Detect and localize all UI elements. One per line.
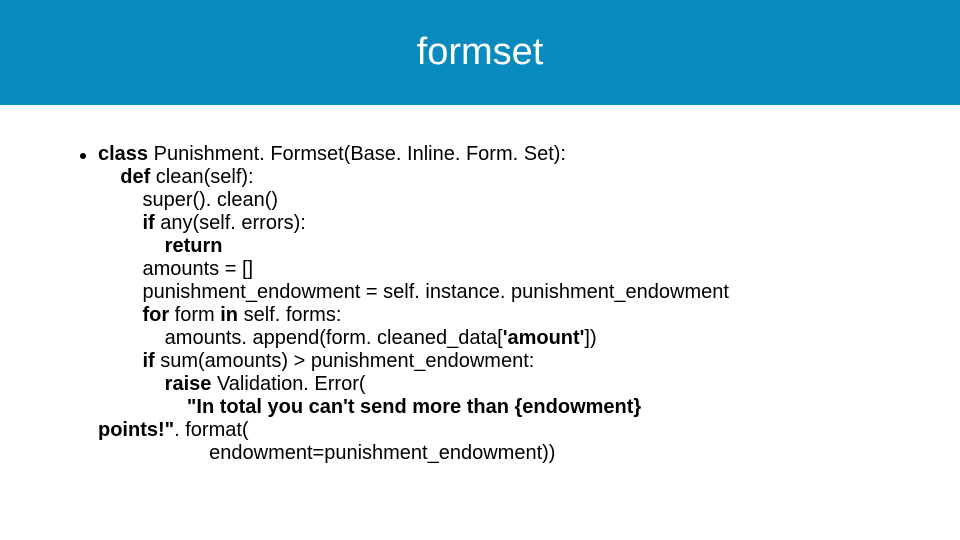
code-block: class Punishment. Formset(Base. Inline. … (98, 143, 729, 465)
code-text: super(). clean() (98, 189, 278, 211)
str-literal: "In total you can't send more than {endo… (98, 396, 641, 418)
str-literal: 'amount' (503, 327, 585, 349)
kw-raise: raise (98, 373, 217, 395)
code-text: amounts = [] (98, 258, 253, 280)
code-text: clean(self): (156, 166, 254, 188)
kw-if: if (98, 350, 160, 372)
slide-title: formset (417, 31, 544, 74)
code-text: Validation. Error( (217, 373, 366, 395)
kw-if: if (98, 212, 160, 234)
str-literal: points!" (98, 419, 174, 441)
code-text: Punishment. Formset(Base. Inline. Form. … (154, 143, 566, 165)
code-text: punishment_endowment = self. instance. p… (98, 281, 729, 303)
kw-in: in (220, 304, 243, 326)
code-text: amounts. append(form. cleaned_data[ (98, 327, 503, 349)
kw-class: class (98, 143, 154, 165)
title-bar: formset (0, 0, 960, 105)
bullet-dot-icon (80, 153, 86, 159)
kw-for: for (98, 304, 175, 326)
slide: formset class Punishment. Formset(Base. … (0, 0, 960, 540)
kw-def: def (98, 166, 156, 188)
code-text: . format( (174, 419, 248, 441)
code-text: endowment=punishment_endowment)) (98, 442, 555, 464)
kw-return: return (98, 235, 222, 257)
bullet-item: class Punishment. Formset(Base. Inline. … (80, 143, 940, 465)
code-text: form (175, 304, 221, 326)
code-text: any(self. errors): (160, 212, 306, 234)
code-text: ]) (584, 327, 596, 349)
code-text: sum(amounts) > punishment_endowment: (160, 350, 534, 372)
slide-content: class Punishment. Formset(Base. Inline. … (0, 105, 960, 485)
code-text: self. forms: (244, 304, 342, 326)
